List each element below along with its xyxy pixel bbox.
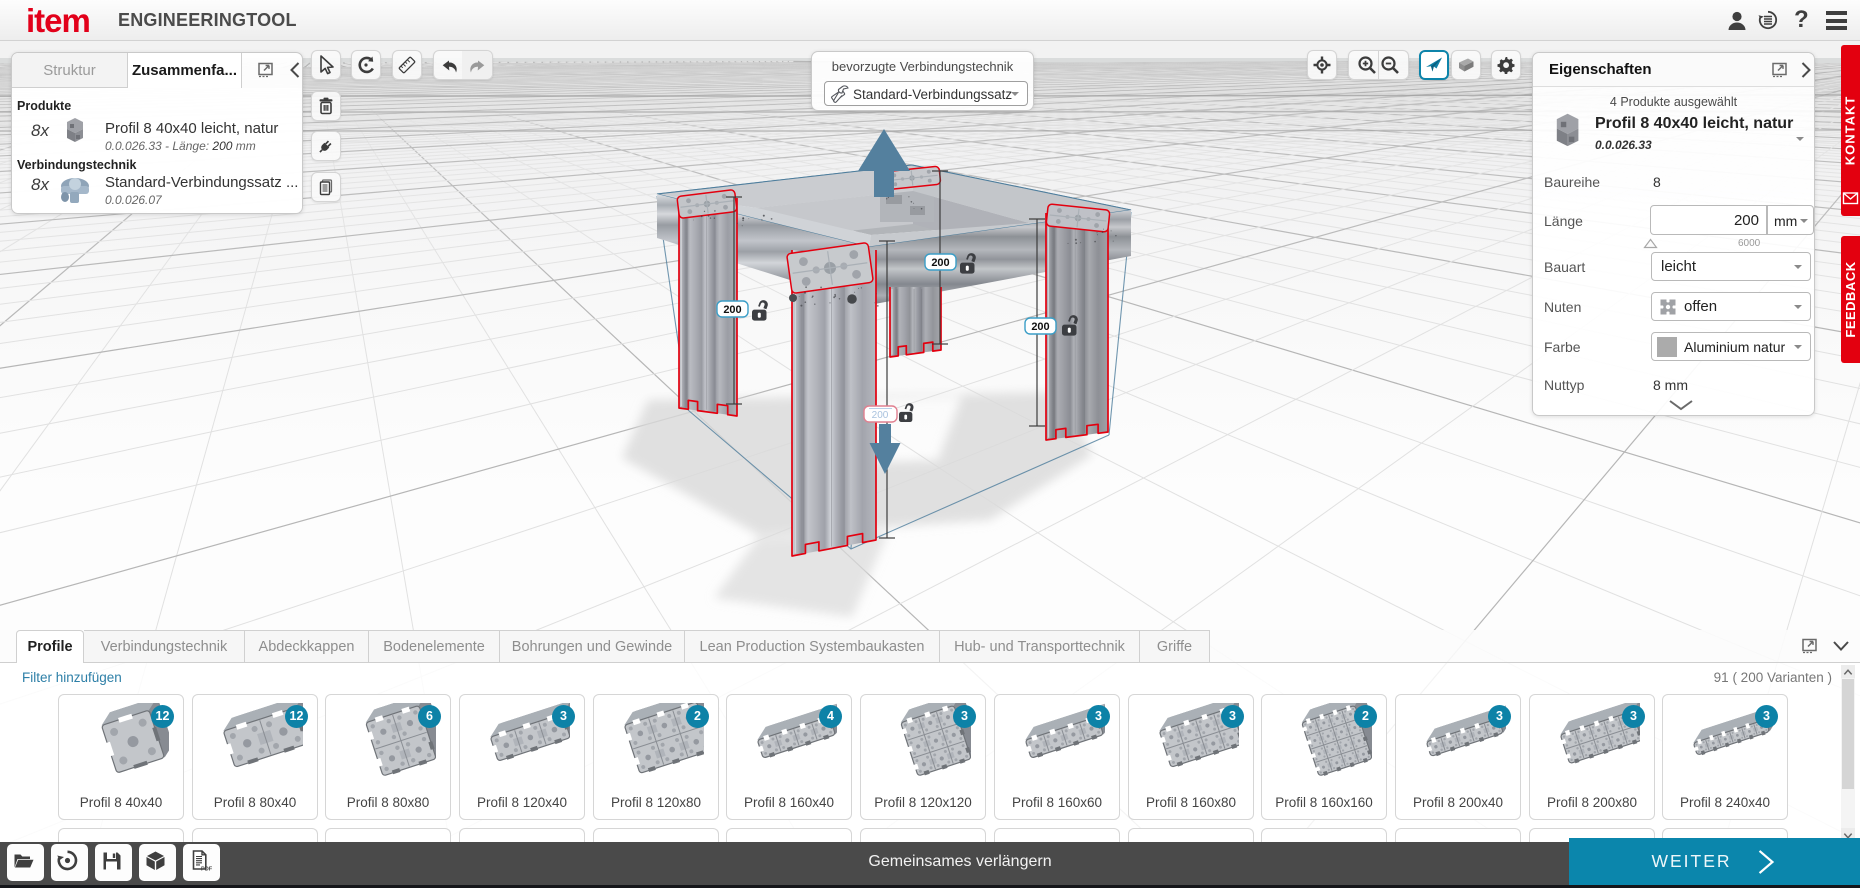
svg-text:200: 200 bbox=[1031, 321, 1049, 333]
svg-text:PDF: PDF bbox=[201, 867, 213, 873]
svg-text:200: 200 bbox=[723, 304, 741, 316]
svg-text:200: 200 bbox=[872, 410, 889, 421]
svg-text:200: 200 bbox=[931, 257, 949, 269]
